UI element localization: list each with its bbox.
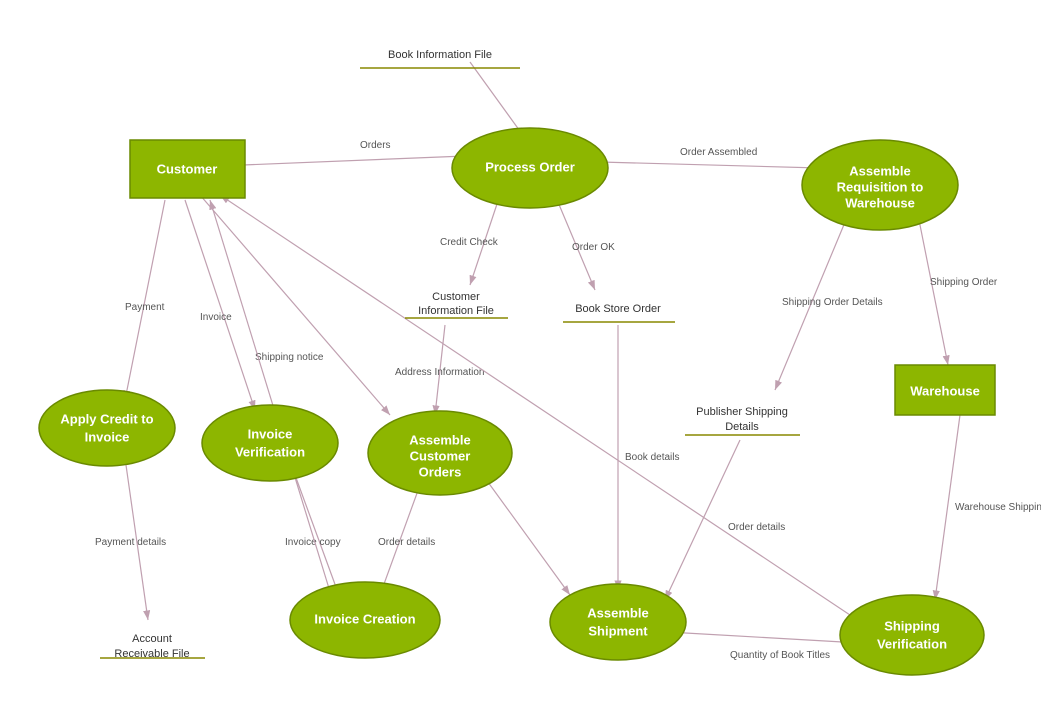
node-applycredit-label2: Invoice: [85, 429, 130, 444]
label-payment: Payment: [125, 302, 165, 313]
node-shipping-verification[interactable]: Shipping Verification: [840, 595, 984, 675]
file-book-store-label: Book Store Order: [575, 303, 661, 315]
node-assembleshipment-label1: Assemble: [587, 605, 648, 620]
node-assemble-shipment[interactable]: Assemble Shipment: [550, 584, 686, 660]
file-acct-recv-label2: Receivable File: [114, 648, 189, 660]
label-bookdetails: Book details: [625, 452, 679, 463]
file-customer-info-label2: Information File: [418, 305, 494, 317]
label-invoice: Invoice: [200, 312, 232, 323]
label-orderdetails1: Order details: [728, 522, 785, 533]
label-orderassembled: Order Assembled: [680, 147, 757, 158]
node-assembleorders-label2: Customer: [410, 448, 471, 463]
node-applycredit-label1: Apply Credit to: [60, 411, 153, 426]
file-customer-info-label: Customer: [432, 291, 480, 303]
label-orderok: Order OK: [572, 242, 615, 253]
node-invoiceverif-label2: Verification: [235, 444, 305, 459]
edge-assembleorders-assembleshipment: [485, 478, 570, 595]
node-assemble-requisition[interactable]: Assemble Requisition to Warehouse: [802, 140, 958, 230]
label-orderdetails2: Order details: [378, 537, 435, 548]
node-process-order-label: Process Order: [485, 159, 575, 174]
node-warehouse-label: Warehouse: [910, 383, 980, 398]
node-assreq-label3: Warehouse: [845, 195, 915, 210]
file-book-info-label: Book Information File: [388, 49, 492, 61]
file-publisher-shipping: Publisher Shipping Details: [685, 406, 800, 435]
label-shippingorder: Shipping Order: [930, 277, 998, 288]
node-apply-credit[interactable]: Apply Credit to Invoice: [39, 390, 175, 466]
node-invoice-creation[interactable]: Invoice Creation: [290, 582, 440, 658]
file-publisher-shipping-label1: Publisher Shipping: [696, 406, 788, 418]
node-customer[interactable]: Customer: [130, 140, 245, 198]
node-assembleorders-label1: Assemble: [409, 432, 470, 447]
file-customer-info: Customer Information File: [405, 291, 508, 318]
file-account-receivable: Account Receivable File: [100, 633, 205, 660]
label-shippingorderdetails: Shipping Order Details: [782, 297, 883, 308]
file-book-store: Book Store Order: [563, 303, 675, 322]
label-invoicecopy: Invoice copy: [285, 537, 341, 548]
label-quantitybook: Quantity of Book Titles: [730, 650, 830, 661]
edge-pubship-assembleshipment: [665, 440, 740, 600]
node-warehouse[interactable]: Warehouse: [895, 365, 995, 415]
label-addressinfo: Address Information: [395, 367, 485, 378]
node-process-order[interactable]: Process Order: [452, 128, 608, 208]
node-assemble-customer-orders[interactable]: Assemble Customer Orders: [368, 411, 512, 495]
label-shippingnotice: Shipping notice: [255, 352, 324, 363]
label-orders: Orders: [360, 140, 391, 151]
diagram-svg: Orders Credit Check Order OK Order Assem…: [0, 0, 1041, 715]
node-invoice-verification[interactable]: Invoice Verification: [202, 405, 338, 481]
node-invoiceverif-label1: Invoice: [248, 426, 293, 441]
edge-cust-assembleorders: [200, 195, 390, 415]
node-invoicecreation-label: Invoice Creation: [314, 611, 415, 626]
edge-assreq-warehouse: [918, 215, 948, 365]
edge-invoicecreation-customer: [210, 200, 335, 608]
node-customer-label: Customer: [157, 161, 218, 176]
edge-assembleshipment-shipverif: [668, 632, 860, 643]
edge-cust-applycredit: [125, 200, 165, 400]
node-shipverif-label1: Shipping: [884, 618, 940, 633]
node-shipverif-label2: Verification: [877, 636, 947, 651]
file-acct-recv-label1: Account: [132, 633, 172, 645]
node-assreq-label2: Requisition to: [837, 179, 924, 194]
label-creditcheck: Credit Check: [440, 237, 499, 248]
file-book-info: Book Information File: [360, 49, 520, 68]
node-assreq-label1: Assemble: [849, 163, 910, 178]
label-paymentdetails: Payment details: [95, 537, 166, 548]
file-publisher-shipping-label2: Details: [725, 421, 759, 433]
node-assembleshipment-label2: Shipment: [588, 623, 648, 638]
node-assembleorders-label3: Orders: [419, 464, 462, 479]
label-warehouseshipping: Warehouse Shipping Information: [955, 502, 1041, 513]
diagram-container: Orders Credit Check Order OK Order Assem…: [0, 0, 1041, 715]
edge-po-assreq: [600, 162, 820, 168]
